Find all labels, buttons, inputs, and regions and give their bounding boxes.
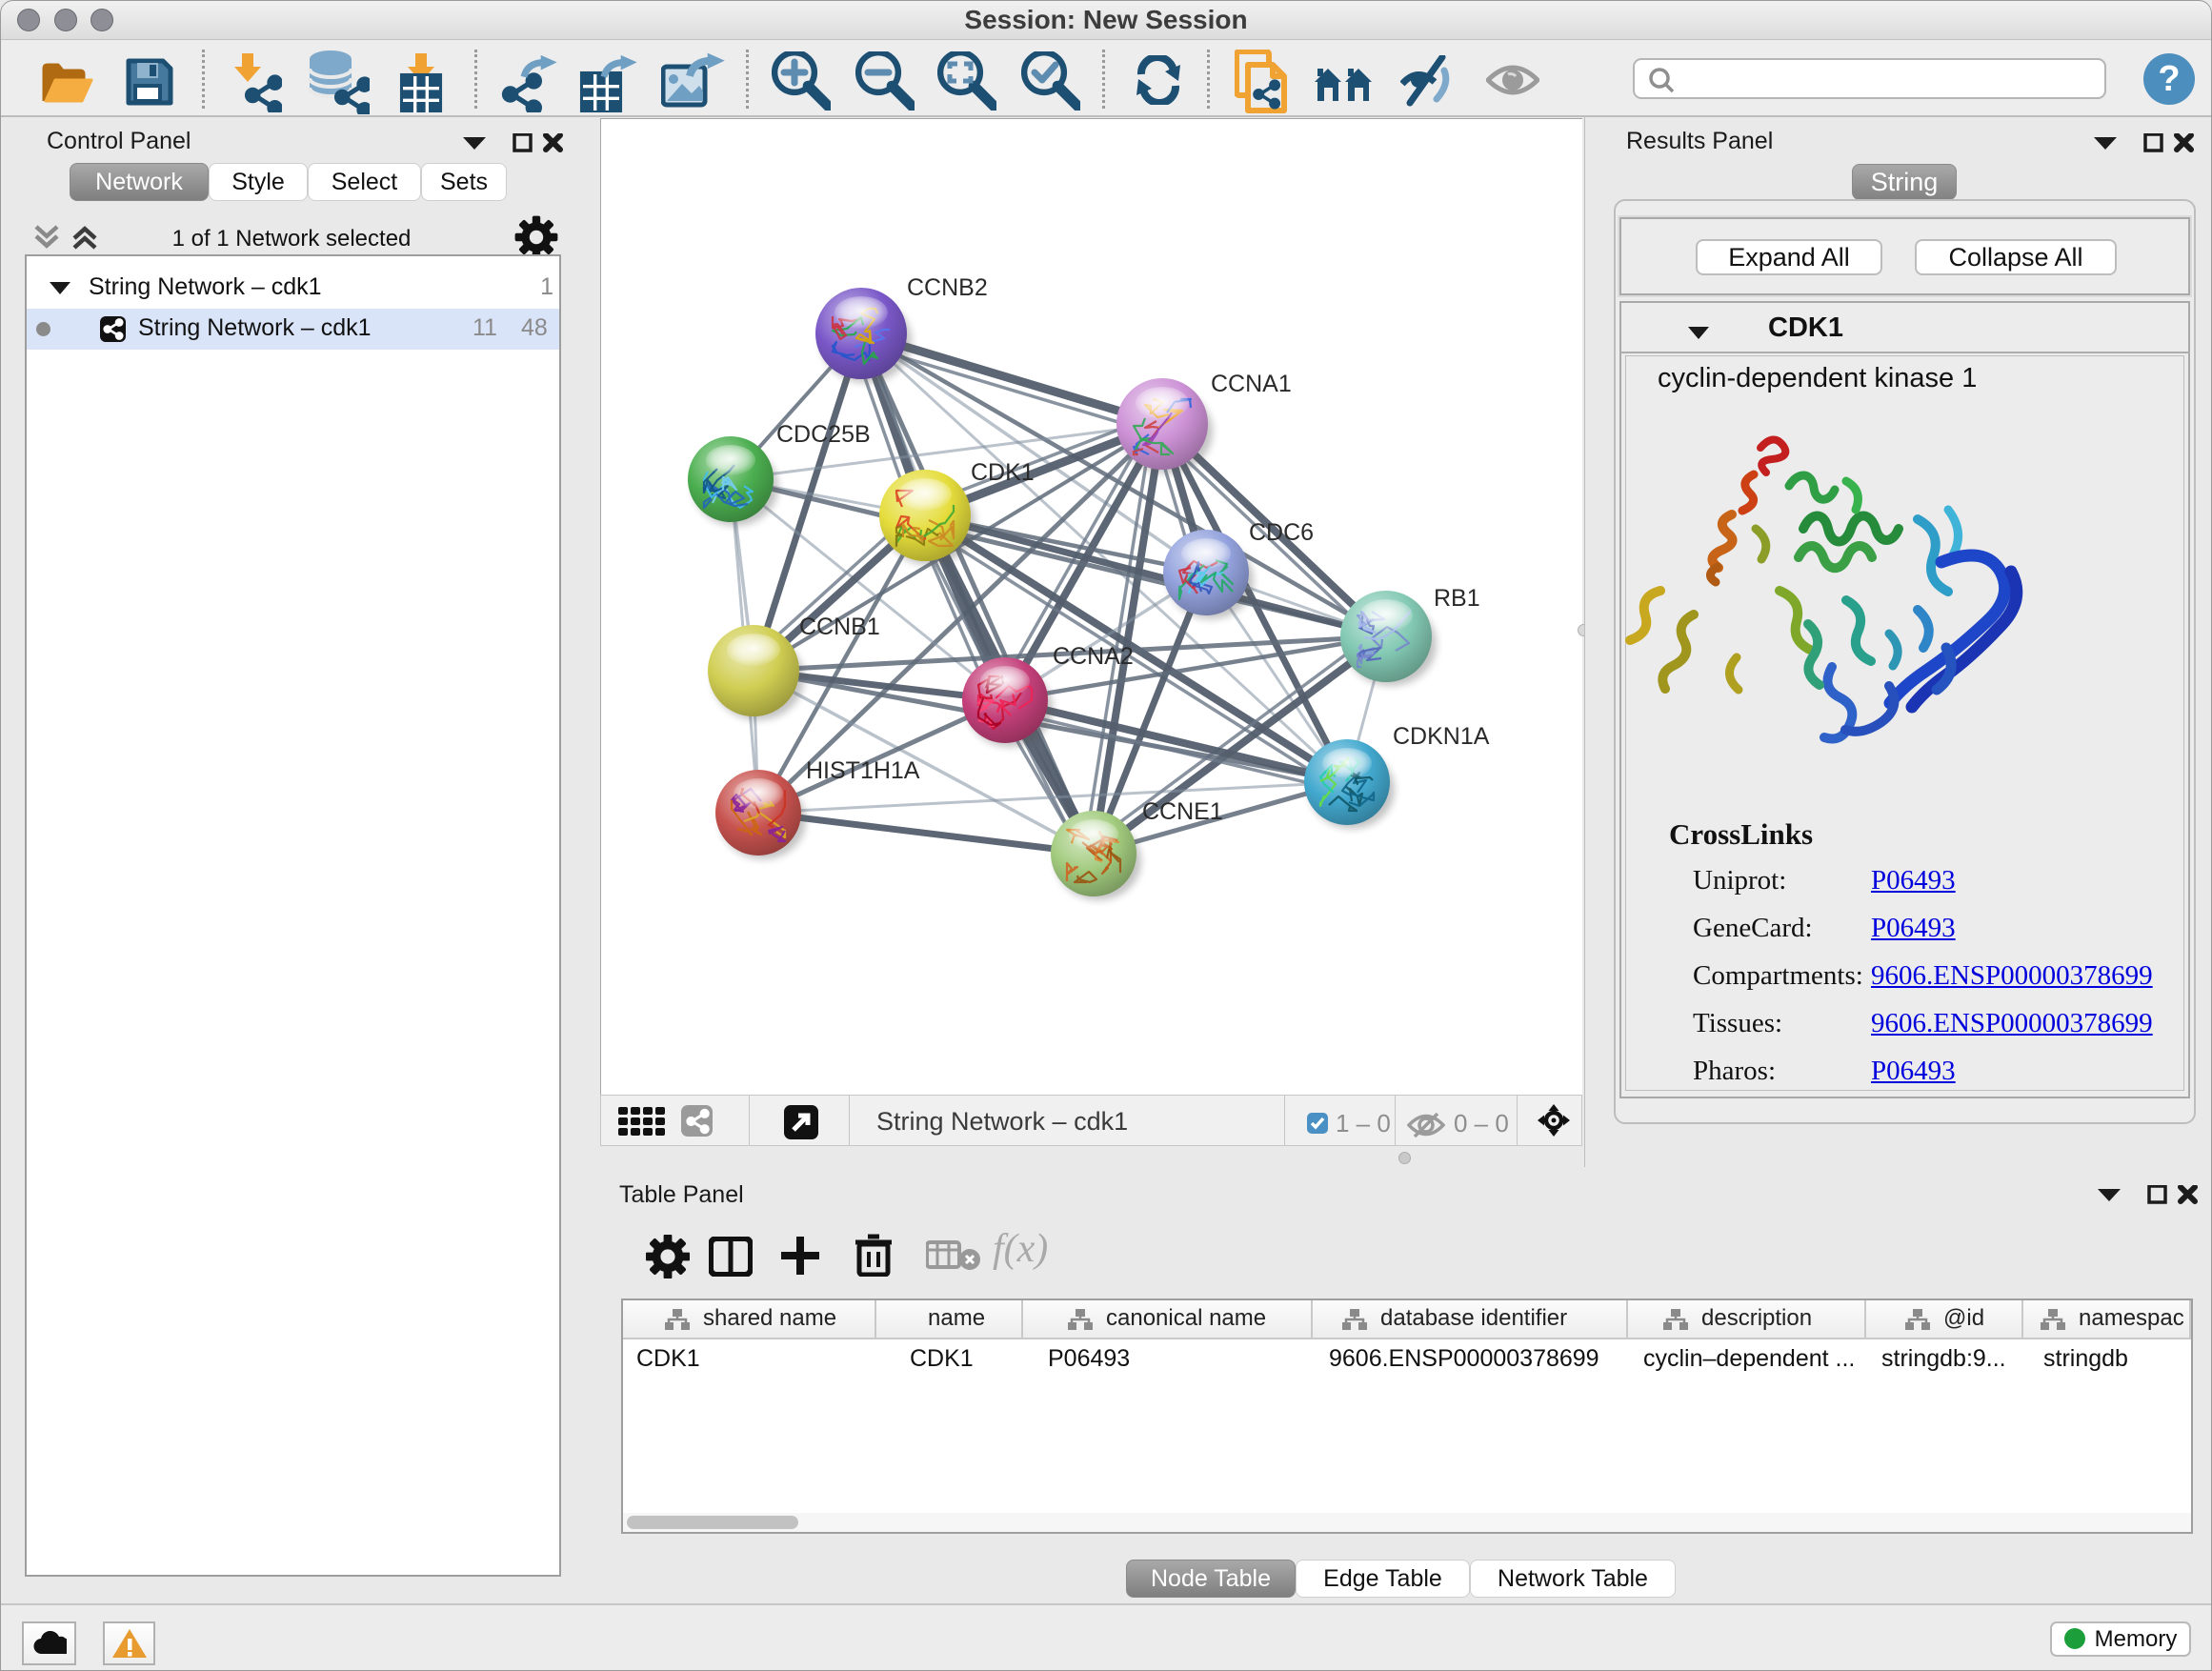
svg-text:CCNB2: CCNB2 — [907, 274, 988, 301]
svg-text:CDK1: CDK1 — [971, 459, 1035, 486]
svg-text:CDC6: CDC6 — [1249, 519, 1314, 546]
svg-text:CCNA2: CCNA2 — [1053, 643, 1134, 670]
svg-text:CDKN1A: CDKN1A — [1393, 723, 1490, 750]
svg-text:CCNB1: CCNB1 — [799, 614, 880, 640]
svg-text:CCNE1: CCNE1 — [1142, 798, 1223, 825]
svg-text:CDC25B: CDC25B — [776, 421, 871, 448]
svg-text:RB1: RB1 — [1434, 585, 1480, 612]
svg-text:CCNA1: CCNA1 — [1211, 371, 1292, 397]
svg-text:HIST1H1A: HIST1H1A — [806, 757, 920, 784]
